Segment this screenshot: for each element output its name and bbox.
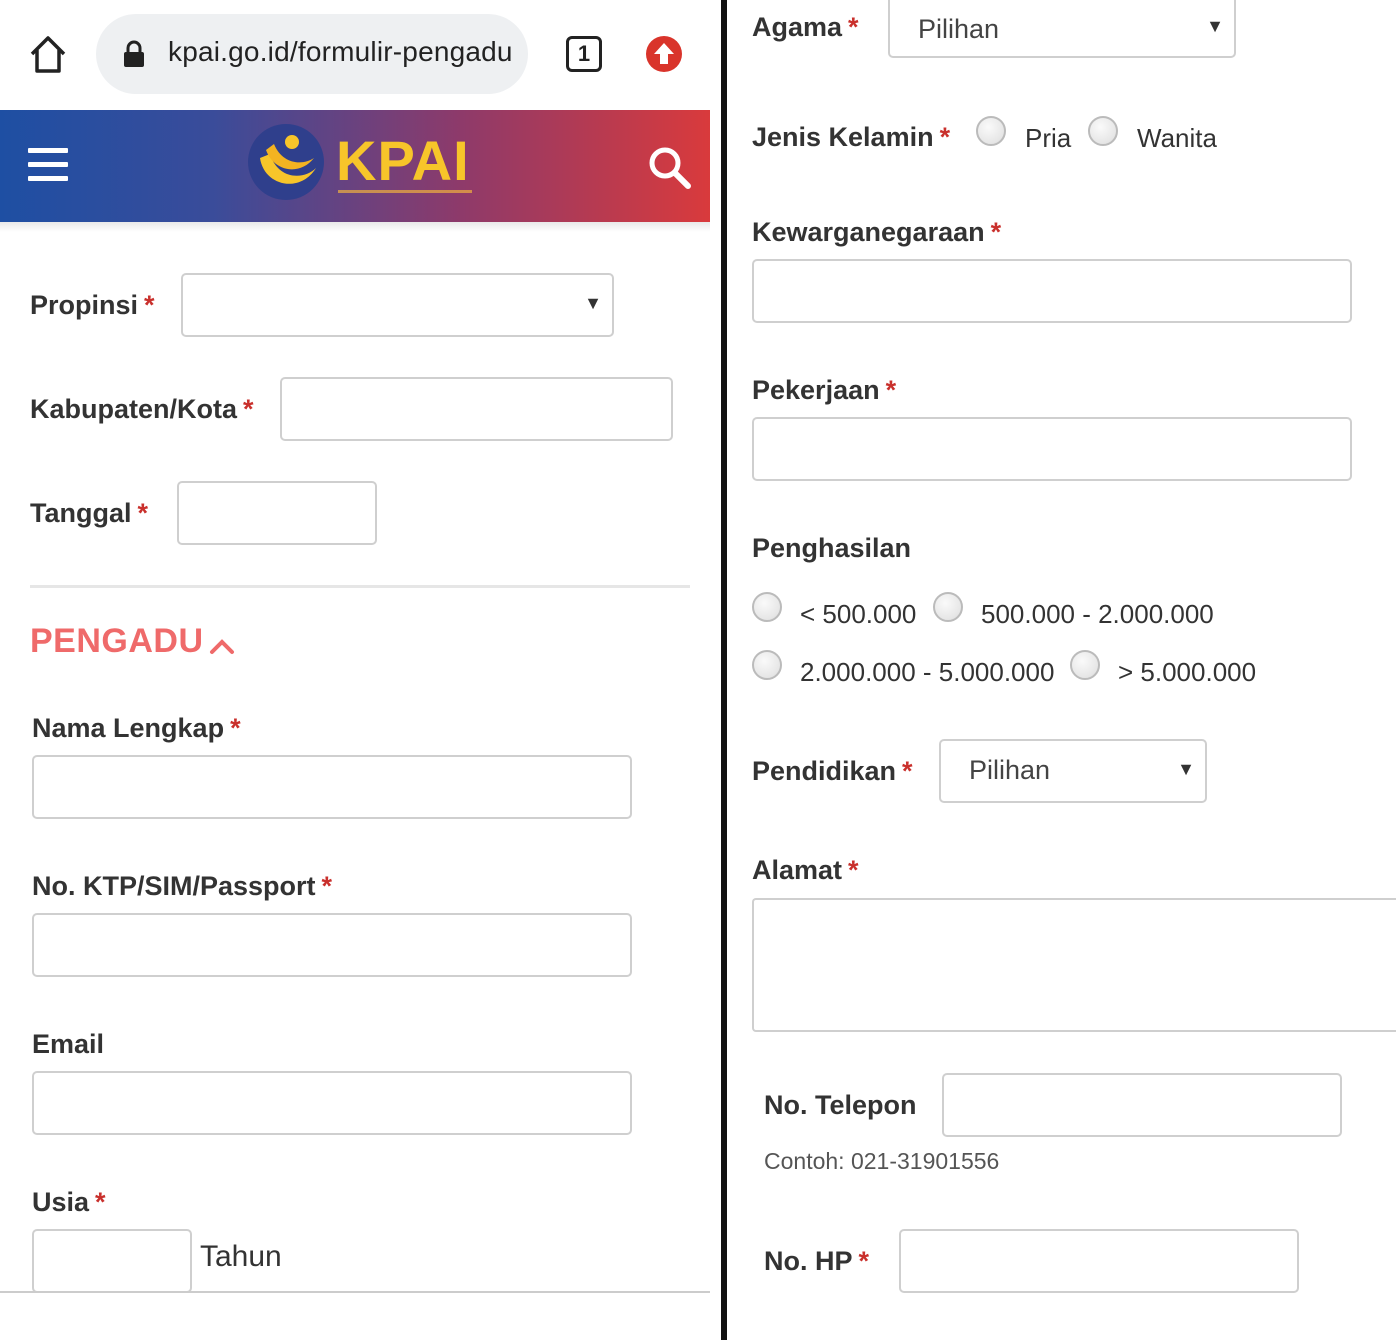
required-mark: * xyxy=(848,12,859,42)
usia-input[interactable] xyxy=(32,1229,192,1293)
email-label-text: Email xyxy=(32,1029,105,1059)
agama-label: Agama * xyxy=(752,12,859,43)
pekerjaan-label-text: Pekerjaan xyxy=(752,375,880,405)
left-screen: kpai.go.id/formulir-pengadu 1 KPAI Propi… xyxy=(0,0,710,1340)
pekerjaan-label: Pekerjaan * xyxy=(752,375,896,406)
nama-label: Nama Lengkap * xyxy=(32,713,241,744)
logo-text: KPAI xyxy=(336,129,470,192)
required-mark: * xyxy=(321,871,333,901)
tab-switcher-button[interactable]: 1 xyxy=(566,36,602,72)
alamat-textarea[interactable] xyxy=(752,898,1396,1032)
ktp-label: No. KTP/SIM/Passport * xyxy=(32,871,332,902)
lock-icon xyxy=(124,40,144,67)
update-icon[interactable] xyxy=(644,34,684,74)
tanggal-label-text: Tanggal xyxy=(30,498,132,528)
jenis-kelamin-label-text: Jenis Kelamin xyxy=(752,122,934,152)
nama-input[interactable] xyxy=(32,755,632,819)
kabupaten-label: Kabupaten/Kota * xyxy=(30,394,254,425)
required-mark: * xyxy=(144,290,155,320)
income-radio-3[interactable] xyxy=(752,650,782,680)
required-mark: * xyxy=(243,394,254,424)
propinsi-select[interactable]: ▼ xyxy=(181,273,614,337)
usia-label: Usia * xyxy=(32,1187,106,1218)
gender-radio-wanita[interactable] xyxy=(1088,116,1118,146)
url-text: kpai.go.id/formulir-pengadu xyxy=(168,36,513,67)
telepon-input[interactable] xyxy=(942,1073,1342,1137)
chevron-up-icon[interactable] xyxy=(208,636,236,656)
agama-label-text: Agama xyxy=(752,12,843,42)
required-mark: * xyxy=(137,498,149,528)
bottom-border xyxy=(0,1291,710,1293)
pendidikan-label: Pendidikan * xyxy=(752,756,913,787)
kabupaten-label-text: Kabupaten/Kota xyxy=(30,394,238,424)
kpai-logo-icon xyxy=(248,124,324,200)
telepon-hint: Contoh: 021-31901556 xyxy=(764,1148,1000,1174)
ktp-input[interactable] xyxy=(32,913,632,977)
required-mark: * xyxy=(885,375,897,405)
email-label: Email xyxy=(32,1029,104,1060)
address-bar[interactable]: kpai.go.id/formulir-pengadu xyxy=(96,14,528,94)
usia-label-text: Usia xyxy=(32,1187,90,1217)
pekerjaan-input[interactable] xyxy=(752,417,1352,481)
required-mark: * xyxy=(990,217,1002,247)
income-radio-2[interactable] xyxy=(933,592,963,622)
gender-label-wanita: Wanita xyxy=(1137,123,1217,153)
required-mark: * xyxy=(902,756,913,786)
kabupaten-input[interactable] xyxy=(280,377,673,441)
income-label-1: < 500.000 xyxy=(800,599,917,629)
propinsi-label: Propinsi * xyxy=(30,290,155,321)
required-mark: * xyxy=(230,713,241,743)
alamat-label-text: Alamat xyxy=(752,855,843,885)
required-mark: * xyxy=(95,1187,106,1217)
hp-input[interactable] xyxy=(899,1229,1299,1293)
hp-label-text: No. HP xyxy=(764,1246,853,1276)
dropdown-caret-icon: ▼ xyxy=(1177,759,1195,779)
required-mark: * xyxy=(939,122,951,152)
required-mark: * xyxy=(848,855,859,885)
site-header: KPAI xyxy=(0,110,710,222)
screenshot-divider xyxy=(721,0,727,1340)
home-icon[interactable] xyxy=(26,32,70,76)
income-label-4: > 5.000.000 xyxy=(1118,657,1257,687)
kewarganegaraan-label: Kewarganegaraan * xyxy=(752,217,1001,248)
income-radio-4[interactable] xyxy=(1070,650,1100,680)
income-radio-1[interactable] xyxy=(752,592,782,622)
penghasilan-label: Penghasilan xyxy=(752,533,911,564)
section-divider xyxy=(30,585,690,588)
penghasilan-label-text: Penghasilan xyxy=(752,533,912,563)
telepon-label-text: No. Telepon xyxy=(764,1090,917,1120)
tanggal-input[interactable] xyxy=(177,481,377,545)
right-screen: Agama * Pilihan ▼ Jenis Kelamin * Pria Wan… xyxy=(728,0,1396,1340)
kewarganegaraan-input[interactable] xyxy=(752,259,1352,323)
gender-label-pria: Pria xyxy=(1025,123,1072,153)
pendidikan-label-text: Pendidikan xyxy=(752,756,897,786)
ktp-label-text: No. KTP/SIM/Passport xyxy=(32,871,316,901)
search-icon[interactable] xyxy=(646,144,692,190)
kewarganegaraan-label-text: Kewarganegaraan xyxy=(752,217,985,247)
propinsi-label-text: Propinsi xyxy=(30,290,139,320)
pendidikan-select-value: Pilihan xyxy=(969,755,1051,785)
section-title-pengadu[interactable]: PENGADU xyxy=(30,622,204,661)
header-shadow xyxy=(0,222,710,232)
tanggal-label: Tanggal * xyxy=(30,498,148,529)
hp-label: No. HP * xyxy=(764,1246,869,1277)
pendidikan-select[interactable]: Pilihan ▼ xyxy=(939,739,1207,803)
logo-tagline xyxy=(338,190,472,193)
agama-select-value: Pilihan xyxy=(918,14,1000,44)
agama-select[interactable]: Pilihan ▼ xyxy=(888,0,1236,58)
menu-icon[interactable] xyxy=(28,148,68,182)
income-label-2: 500.000 - 2.000.000 xyxy=(981,599,1214,629)
jenis-kelamin-label: Jenis Kelamin * xyxy=(752,122,950,153)
telepon-label: No. Telepon xyxy=(764,1090,917,1121)
usia-unit: Tahun xyxy=(200,1240,282,1273)
nama-label-text: Nama Lengkap xyxy=(32,713,225,743)
dropdown-caret-icon: ▼ xyxy=(584,293,602,313)
dropdown-caret-icon: ▼ xyxy=(1206,16,1224,36)
gender-radio-pria[interactable] xyxy=(976,116,1006,146)
income-label-3: 2.000.000 - 5.000.000 xyxy=(800,657,1055,687)
email-input[interactable] xyxy=(32,1071,632,1135)
required-mark: * xyxy=(858,1246,870,1276)
alamat-label: Alamat * xyxy=(752,855,859,886)
